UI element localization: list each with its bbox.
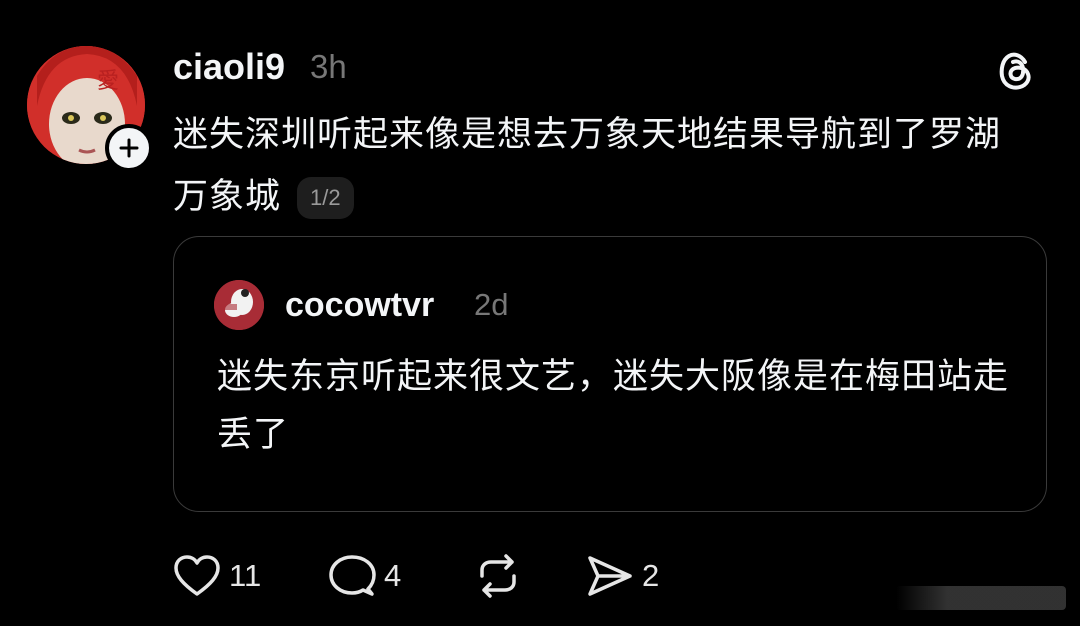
quoted-author-username[interactable]: cocowtvr <box>285 283 434 327</box>
send-icon <box>588 556 632 596</box>
avatar-forehead-glyph: 愛 <box>97 69 119 94</box>
post-body: 迷失深圳听起来像是想去万象天地结果导航到了罗湖万象城 1/2 <box>173 104 1033 228</box>
repost-icon <box>480 554 516 598</box>
repost-button[interactable] <box>474 554 522 598</box>
heart-icon <box>174 555 220 596</box>
page-indicator-badge[interactable]: 1/2 <box>297 177 354 219</box>
like-button[interactable]: 11 <box>173 554 261 598</box>
reply-button[interactable]: 4 <box>328 554 401 598</box>
quoted-author-avatar[interactable] <box>214 280 264 330</box>
follow-button[interactable] <box>105 124 153 172</box>
watermark-overlay <box>896 586 1066 610</box>
plus-icon <box>119 138 139 158</box>
quoted-post-timestamp: 2d <box>474 287 509 322</box>
author-username[interactable]: ciaoli9 <box>173 44 285 90</box>
share-button[interactable]: 2 <box>586 554 659 598</box>
threads-logo-icon[interactable] <box>993 48 1037 92</box>
like-count: 11 <box>229 558 262 593</box>
reply-count: 4 <box>384 558 402 593</box>
post-timestamp: 3h <box>310 48 347 85</box>
speech-bubble-icon <box>329 555 376 596</box>
share-count: 2 <box>642 558 660 593</box>
quoted-post-text: 迷失东京听起来很文艺，迷失大阪像是在梅田站走丢了 <box>217 357 1010 455</box>
